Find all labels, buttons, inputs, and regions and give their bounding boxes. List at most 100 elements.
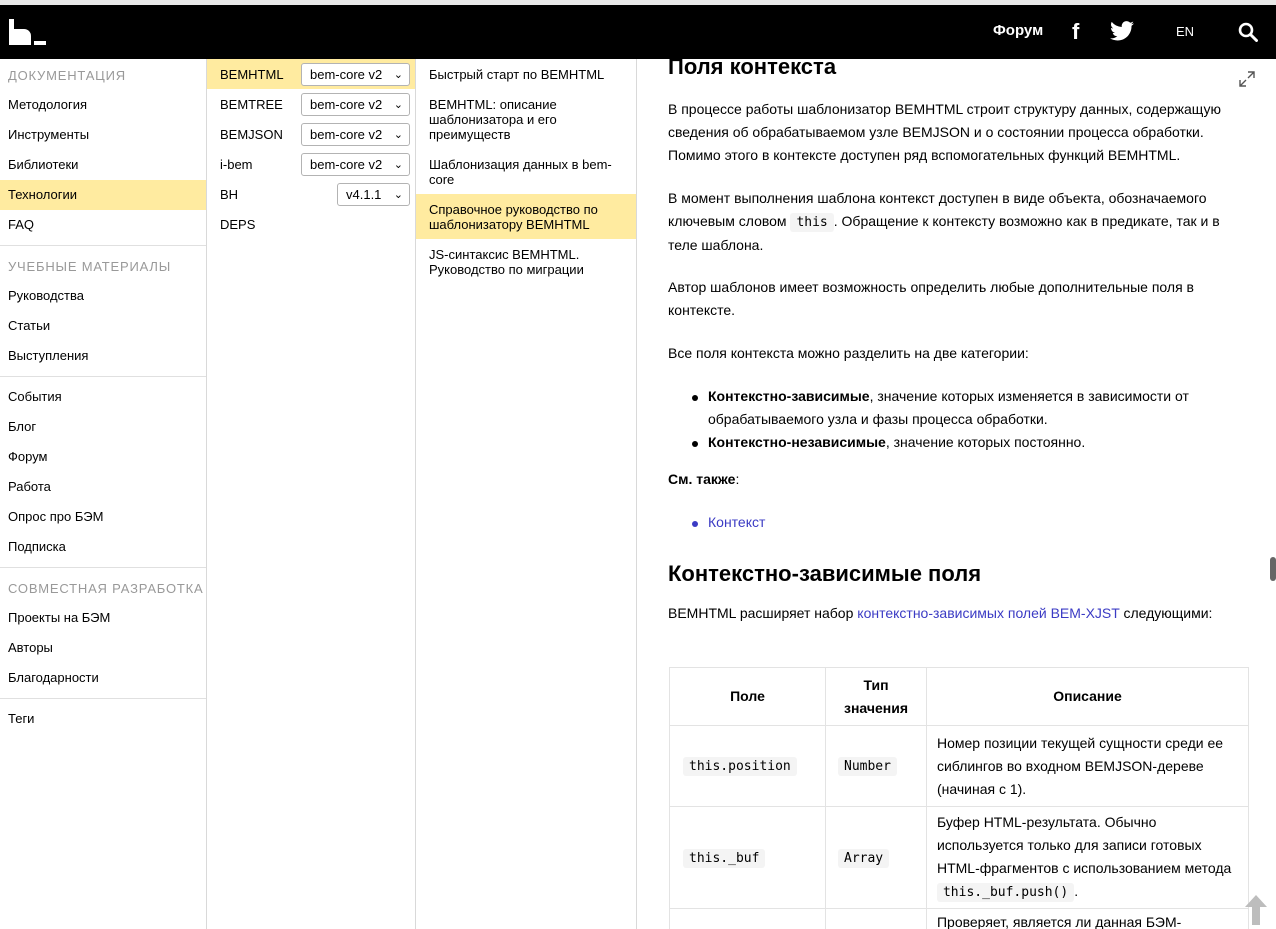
chevron-down-icon: ⌄ (393, 189, 403, 201)
section-heading-collab: СОВМЕСТНАЯ РАЗРАБОТКА (8, 581, 204, 596)
nav-item-talks[interactable]: Выступления (0, 341, 206, 371)
context-link[interactable]: Контекст (708, 511, 908, 534)
nav-item-tools[interactable]: Инструменты (0, 120, 206, 150)
nav-item-technologies[interactable]: Технологии (0, 180, 206, 210)
paragraph-text: BEMHTML расширяет набор (668, 605, 858, 621)
tech-name[interactable]: BH (220, 187, 238, 202)
header-forum-link[interactable]: Форум (993, 22, 1043, 39)
nav-item-events[interactable]: События (0, 382, 206, 412)
version-select[interactable]: bem-core v2 ⌄ (301, 93, 410, 116)
paragraph: Все поля контекста можно разделить на дв… (668, 345, 1029, 361)
tech-name[interactable]: BEMTREE (220, 97, 283, 112)
list-item: Контекстно-независимые, значение которых… (708, 431, 1228, 454)
doc-link[interactable]: BEMHTML: описание шаблонизатора и его пр… (416, 97, 636, 142)
doc-link[interactable]: Быстрый старт по BEMHTML (416, 67, 636, 82)
version-select-value: bem-core v2 (310, 67, 383, 82)
version-select-value: bem-core v2 (310, 157, 383, 172)
doc-link[interactable]: JS-синтаксис BEMHTML. Руководство по миг… (416, 247, 636, 277)
table-cell: Номер позиции текущей сущности среди ее … (925, 725, 1250, 807)
table-cell: Array (825, 806, 927, 909)
cell-text: Буфер HTML-результата. Обычно использует… (936, 814, 1232, 876)
language-switch[interactable]: EN (1176, 24, 1194, 39)
cell-text: . (1074, 883, 1079, 899)
site-header: Форум f EN (0, 5, 1276, 59)
table-row: Проверяет, является ли данная БЭМ- (669, 908, 1250, 929)
section-heading-docs: ДОКУМЕНТАЦИЯ (8, 68, 126, 83)
nav-item-methodology[interactable]: Методология (0, 90, 206, 120)
paragraph-text: следующими: (1119, 605, 1213, 621)
technology-nav: BEMHTML bem-core v2 ⌄ BEMTREE bem-core v2… (207, 59, 416, 929)
nav-item-articles[interactable]: Статьи (0, 311, 206, 341)
scrollbar-thumb[interactable] (1270, 557, 1276, 581)
tech-name[interactable]: BEMJSON (220, 127, 283, 142)
nav-item-survey[interactable]: Опрос про БЭМ (0, 502, 206, 532)
column-header: Поле (669, 667, 826, 726)
see-also-label: См. также (668, 471, 736, 487)
docs-nav: Быстрый старт по BEMHTML BEMHTML: описан… (416, 59, 637, 929)
doc-link[interactable]: Шаблонизация данных в bem-core (416, 157, 636, 187)
list-item-text: , значение которых постоянно. (885, 434, 1086, 450)
nav-item-tags[interactable]: Теги (0, 704, 206, 734)
table-header-row: Поле Тип значения Описание (669, 667, 1250, 726)
table-cell (669, 908, 826, 929)
section-heading-learning: УЧЕБНЫЕ МАТЕРИАЛЫ (8, 259, 172, 274)
field-code: this.position (683, 757, 797, 776)
search-icon[interactable] (1238, 22, 1258, 42)
chevron-down-icon: ⌄ (393, 159, 403, 171)
version-select-value: bem-core v2 (310, 97, 383, 112)
version-select[interactable]: bem-core v2 ⌄ (301, 123, 410, 146)
tech-name[interactable]: BEMHTML (220, 67, 284, 82)
tech-name[interactable]: i-bem (220, 157, 253, 172)
table-cell: Number (825, 725, 927, 807)
tech-row-bh[interactable]: BH v4.1.1 ⌄ (207, 179, 415, 209)
chevron-down-icon: ⌄ (393, 69, 403, 81)
version-select-value: bem-core v2 (310, 127, 383, 142)
main-nav: ДОКУМЕНТАЦИЯ Методология Инструменты Биб… (0, 59, 207, 929)
nav-item-thanks[interactable]: Благодарности (0, 663, 206, 693)
table-cell: this.position (669, 725, 826, 807)
chevron-down-icon: ⌄ (393, 99, 403, 111)
tech-row-ibem[interactable]: i-bem bem-core v2 ⌄ (207, 149, 415, 179)
column-header: Описание (925, 667, 1250, 726)
version-select-value: v4.1.1 (346, 187, 382, 202)
inline-code: this._buf.push() (936, 883, 1075, 902)
nav-item-jobs[interactable]: Работа (0, 472, 206, 502)
column-header: Тип значения (825, 667, 927, 726)
chevron-down-icon: ⌄ (393, 129, 403, 141)
twitter-icon[interactable] (1110, 21, 1134, 41)
table-cell (825, 908, 927, 929)
see-also: См. также: (668, 468, 1250, 491)
nav-item-guides[interactable]: Руководства (0, 281, 206, 311)
doc-link-active[interactable]: Справочное руководство по шаблонизатору … (416, 194, 636, 239)
paragraph: BEMHTML расширяет набор контекстно-завис… (668, 602, 1250, 625)
version-select[interactable]: v4.1.1 ⌄ (337, 183, 410, 206)
nav-item-faq[interactable]: FAQ (0, 210, 206, 240)
expand-icon[interactable] (1239, 71, 1255, 87)
tech-row-bemjson[interactable]: BEMJSON bem-core v2 ⌄ (207, 119, 415, 149)
paragraph: В момент выполнения шаблона контекст дос… (668, 187, 1250, 257)
paragraph: Автор шаблонов имеет возможность определ… (668, 279, 1194, 318)
scroll-to-top-icon[interactable] (1243, 894, 1269, 926)
version-select[interactable]: bem-core v2 ⌄ (301, 63, 410, 86)
tech-row-bemtree[interactable]: BEMTREE bem-core v2 ⌄ (207, 89, 415, 119)
version-select[interactable]: bem-core v2 ⌄ (301, 153, 410, 176)
nav-item-blog[interactable]: Блог (0, 412, 206, 442)
nav-item-authors[interactable]: Авторы (0, 633, 206, 663)
tech-name[interactable]: DEPS (220, 217, 255, 232)
tech-row-bemhtml[interactable]: BEMHTML bem-core v2 ⌄ (207, 59, 415, 89)
type-code: Number (838, 757, 897, 776)
nav-item-projects[interactable]: Проекты на БЭМ (0, 603, 206, 633)
table-row: this.position Number Номер позиции текущ… (669, 725, 1250, 807)
list-bullet (692, 395, 698, 401)
nav-divider (0, 698, 206, 699)
list-item-term: Контекстно-независимые (708, 434, 886, 450)
tech-row-deps[interactable]: DEPS (207, 209, 415, 239)
nav-item-subscribe[interactable]: Подписка (0, 532, 206, 562)
list-bullet (692, 441, 698, 447)
context-fields-table: Поле Тип значения Описание this.position… (669, 667, 1250, 929)
nav-item-libraries[interactable]: Библиотеки (0, 150, 206, 180)
bem-xjst-fields-link[interactable]: контекстно-зависимых полей BEM-XJST (857, 605, 1119, 621)
facebook-icon[interactable]: f (1072, 19, 1079, 45)
bem-logo[interactable] (9, 19, 46, 45)
nav-item-forum[interactable]: Форум (0, 442, 206, 472)
